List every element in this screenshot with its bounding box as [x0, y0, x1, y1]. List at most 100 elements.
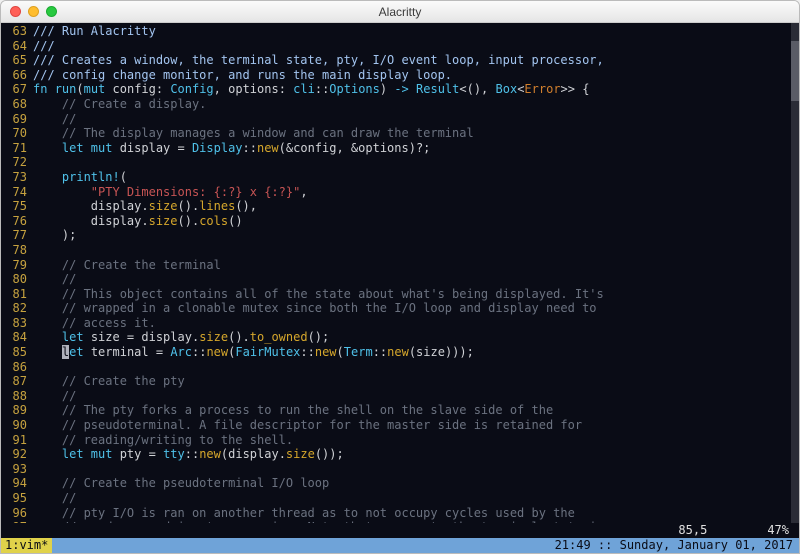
code-text[interactable]: let terminal = Arc::new(FairMutex::new(T…: [33, 345, 799, 360]
code-text[interactable]: // This object contains all of the state…: [33, 287, 799, 302]
line-number: 74: [1, 185, 33, 200]
code-text[interactable]: // The display manages a window and can …: [33, 126, 799, 141]
code-line[interactable]: 95 //: [1, 491, 799, 506]
code-text[interactable]: /// config change monitor, and runs the …: [33, 68, 799, 83]
code-line[interactable]: 73 println!(: [1, 170, 799, 185]
tmux-statusbar: 1:vim* 21:49 :: Sunday, January 01, 2017: [1, 538, 799, 553]
code-line[interactable]: 80 //: [1, 272, 799, 287]
scrollbar-track[interactable]: [791, 23, 799, 523]
tmux-window-tab[interactable]: 1:vim*: [1, 538, 52, 553]
code-line[interactable]: 64///: [1, 39, 799, 54]
code-line[interactable]: 74 "PTY Dimensions: {:?} x {:?}",: [1, 185, 799, 200]
line-number: 82: [1, 301, 33, 316]
line-number: 87: [1, 374, 33, 389]
code-line[interactable]: 72: [1, 155, 799, 170]
line-number: 89: [1, 403, 33, 418]
code-text[interactable]: // reading/writing to the shell.: [33, 433, 799, 448]
code-line[interactable]: 89 // The pty forks a process to run the…: [1, 403, 799, 418]
code-line[interactable]: 69 //: [1, 112, 799, 127]
code-text[interactable]: fn run(mut config: Config, options: cli:…: [33, 82, 799, 97]
code-text[interactable]: ///: [33, 39, 799, 54]
line-number: 83: [1, 316, 33, 331]
line-number: 67: [1, 82, 33, 97]
code-text[interactable]: println!(: [33, 170, 799, 185]
code-line[interactable]: 65/// Creates a window, the terminal sta…: [1, 53, 799, 68]
code-line[interactable]: 96 // pty I/O is ran on another thread a…: [1, 506, 799, 521]
code-text[interactable]: [33, 243, 799, 258]
code-text[interactable]: /// Run Alacritty: [33, 24, 799, 39]
code-line[interactable]: 76 display.size().cols(): [1, 214, 799, 229]
scroll-percent: 47%: [767, 523, 799, 538]
code-text[interactable]: //: [33, 491, 799, 506]
line-number: 79: [1, 258, 33, 273]
code-line[interactable]: 77 );: [1, 228, 799, 243]
code-line[interactable]: 88 //: [1, 389, 799, 404]
code-text[interactable]: // Create a display.: [33, 97, 799, 112]
code-line[interactable]: 68 // Create a display.: [1, 97, 799, 112]
vim-ruler: 85,5 47%: [1, 523, 799, 538]
window-title: Alacritty: [1, 5, 799, 19]
line-number: 70: [1, 126, 33, 141]
clock-date: 21:49 :: Sunday, January 01, 2017: [549, 538, 799, 553]
code-text[interactable]: // access it.: [33, 316, 799, 331]
line-number: 92: [1, 447, 33, 462]
statusbar-fill: [52, 538, 548, 553]
code-line[interactable]: 79 // Create the terminal: [1, 258, 799, 273]
code-text[interactable]: //: [33, 272, 799, 287]
code-text[interactable]: /// Creates a window, the terminal state…: [33, 53, 799, 68]
code-text[interactable]: [33, 155, 799, 170]
code-area[interactable]: 63/// Run Alacritty64///65/// Creates a …: [1, 23, 799, 523]
code-line[interactable]: 83 // access it.: [1, 316, 799, 331]
code-line[interactable]: 90 // pseudoterminal. A file descriptor …: [1, 418, 799, 433]
terminal-viewport[interactable]: 63/// Run Alacritty64///65/// Creates a …: [1, 23, 799, 553]
line-number: 84: [1, 330, 33, 345]
code-line[interactable]: 87 // Create the pty: [1, 374, 799, 389]
code-text[interactable]: // The pty forks a process to run the sh…: [33, 403, 799, 418]
code-line[interactable]: 94 // Create the pseudoterminal I/O loop: [1, 476, 799, 491]
code-text[interactable]: //: [33, 389, 799, 404]
code-text[interactable]: // Create the pty: [33, 374, 799, 389]
code-line[interactable]: 82 // wrapped in a clonable mutex since …: [1, 301, 799, 316]
scrollbar-thumb[interactable]: [791, 41, 799, 101]
line-number: 66: [1, 68, 33, 83]
code-line[interactable]: 66/// config change monitor, and runs th…: [1, 68, 799, 83]
code-line[interactable]: 93: [1, 462, 799, 477]
code-text[interactable]: // Create the terminal: [33, 258, 799, 273]
code-text[interactable]: let mut display = Display::new(&config, …: [33, 141, 799, 156]
app-window: Alacritty 63/// Run Alacritty64///65/// …: [0, 0, 800, 554]
code-line[interactable]: 81 // This object contains all of the st…: [1, 287, 799, 302]
code-line[interactable]: 84 let size = display.size().to_owned();: [1, 330, 799, 345]
code-line[interactable]: 92 let mut pty = tty::new(display.size()…: [1, 447, 799, 462]
code-text[interactable]: let size = display.size().to_owned();: [33, 330, 799, 345]
line-number: 64: [1, 39, 33, 54]
code-text[interactable]: [33, 462, 799, 477]
code-line[interactable]: 86: [1, 360, 799, 375]
code-text[interactable]: //: [33, 112, 799, 127]
code-text[interactable]: // wrapped in a clonable mutex since bot…: [33, 301, 799, 316]
code-text[interactable]: display.size().cols(): [33, 214, 799, 229]
line-number: 73: [1, 170, 33, 185]
code-line[interactable]: 67fn run(mut config: Config, options: cl…: [1, 82, 799, 97]
code-line[interactable]: 71 let mut display = Display::new(&confi…: [1, 141, 799, 156]
line-number: 69: [1, 112, 33, 127]
code-text[interactable]: // pty I/O is ran on another thread as t…: [33, 506, 799, 521]
line-number: 71: [1, 141, 33, 156]
code-text[interactable]: display.size().lines(),: [33, 199, 799, 214]
code-text[interactable]: // pseudoterminal. A file descriptor for…: [33, 418, 799, 433]
line-number: 80: [1, 272, 33, 287]
code-line[interactable]: 63/// Run Alacritty: [1, 24, 799, 39]
line-number: 77: [1, 228, 33, 243]
code-text[interactable]: [33, 360, 799, 375]
code-line[interactable]: 78: [1, 243, 799, 258]
code-line[interactable]: 75 display.size().lines(),: [1, 199, 799, 214]
code-line[interactable]: 70 // The display manages a window and c…: [1, 126, 799, 141]
code-line[interactable]: 91 // reading/writing to the shell.: [1, 433, 799, 448]
line-number: 68: [1, 97, 33, 112]
code-line[interactable]: 85 let terminal = Arc::new(FairMutex::ne…: [1, 345, 799, 360]
code-text[interactable]: // Create the pseudoterminal I/O loop: [33, 476, 799, 491]
code-text[interactable]: let mut pty = tty::new(display.size());: [33, 447, 799, 462]
code-text[interactable]: );: [33, 228, 799, 243]
line-number: 86: [1, 360, 33, 375]
code-text[interactable]: "PTY Dimensions: {:?} x {:?}",: [33, 185, 799, 200]
line-number: 72: [1, 155, 33, 170]
